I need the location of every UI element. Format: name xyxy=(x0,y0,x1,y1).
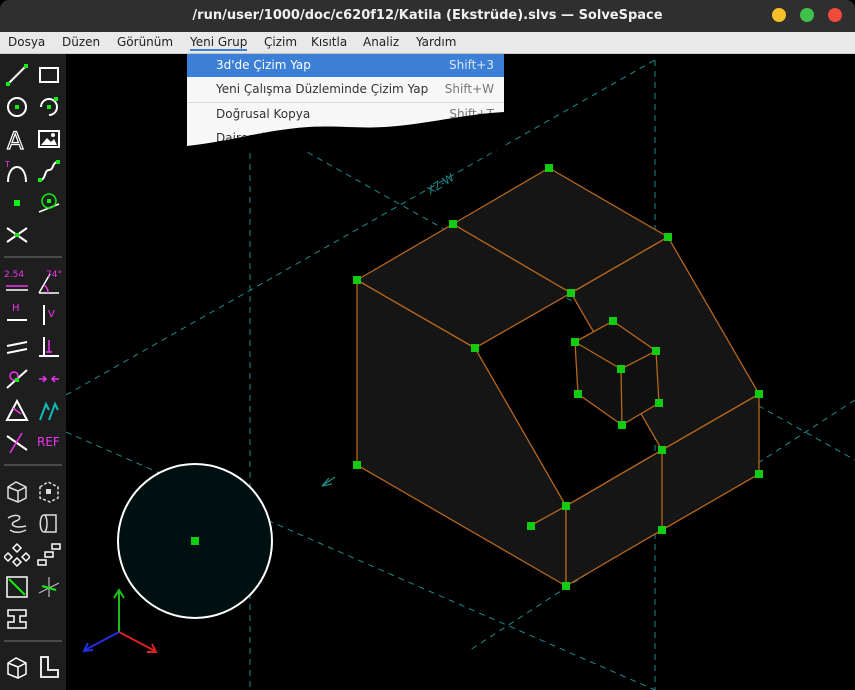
nearest-ortho-view-icon[interactable] xyxy=(36,654,62,680)
toolbar-separator xyxy=(4,640,62,642)
revolve-group-icon[interactable] xyxy=(36,478,62,504)
equal-constraint-icon[interactable] xyxy=(4,398,30,424)
vertical-constraint-label: V xyxy=(48,309,55,320)
svg-text:T: T xyxy=(4,160,10,169)
view-rotation-circle[interactable] xyxy=(117,463,273,619)
image-tool-icon[interactable] xyxy=(36,126,62,152)
menu-item-sketch-in-3d[interactable]: 3d'de Çizim Yap Shift+3 xyxy=(187,54,504,77)
extrude-group-icon[interactable] xyxy=(4,478,30,504)
toolbar-separator xyxy=(4,464,62,466)
angle-constraint-icon[interactable]: 74° xyxy=(36,270,62,296)
menu-cizim[interactable]: Çizim xyxy=(264,35,297,49)
menu-bar: Dosya Düzen Görünüm Yeni Grup Çizim Kısı… xyxy=(0,32,855,54)
horizontal-constraint-icon[interactable]: H xyxy=(4,302,30,328)
maximize-button[interactable] xyxy=(800,8,814,22)
workplane-tool-icon[interactable] xyxy=(36,190,62,216)
line-tool-icon[interactable] xyxy=(4,62,30,88)
distance-constraint-icon[interactable]: 2.54 xyxy=(4,270,30,296)
arc-tool-icon[interactable] xyxy=(36,94,62,120)
distance-constraint-label: 2.54 xyxy=(4,270,25,280)
vertical-constraint-icon[interactable]: V xyxy=(36,302,62,328)
extruded-solid[interactable] xyxy=(355,167,760,588)
left-toolbar: A T 2.54 74° H V REF xyxy=(0,54,66,690)
workplane-axis-label: XZ-W xyxy=(425,171,457,198)
circle-tool-icon[interactable] xyxy=(4,94,30,120)
axis-indicator-arrow xyxy=(321,476,336,487)
close-button[interactable] xyxy=(828,8,842,22)
tangent-arc-tool-icon[interactable]: T xyxy=(4,158,30,184)
perpendicular-constraint-icon[interactable] xyxy=(36,334,62,360)
window-titlebar: /run/user/1000/doc/c620f12/Katila (Ekstr… xyxy=(0,0,855,32)
cubic-spline-tool-icon[interactable] xyxy=(36,158,62,184)
minimize-button[interactable] xyxy=(772,8,786,22)
menu-yeni-grup[interactable]: Yeni Grup xyxy=(190,35,248,51)
parallel-constraint-icon[interactable] xyxy=(4,334,30,360)
menu-analiz[interactable]: Analiz xyxy=(363,35,399,49)
lathe-group-icon[interactable] xyxy=(36,510,62,536)
horizontal-constraint-label: H xyxy=(12,303,20,314)
rectangle-tool-icon[interactable] xyxy=(36,62,62,88)
angle-constraint-label: 74° xyxy=(46,270,62,280)
point-on-line-constraint-icon[interactable] xyxy=(4,366,30,392)
menu-kisitla[interactable]: Kısıtla xyxy=(311,35,347,49)
menu-yardim[interactable]: Yardım xyxy=(416,35,456,49)
svg-text:A: A xyxy=(7,127,24,152)
symmetric-constraint-icon[interactable] xyxy=(36,366,62,392)
same-orientation-constraint-icon[interactable] xyxy=(36,398,62,424)
menu-dosya[interactable]: Dosya xyxy=(8,35,45,49)
sketch-in-3d-icon[interactable] xyxy=(36,574,62,600)
text-tool-icon[interactable]: A xyxy=(4,126,30,152)
step-translate-icon[interactable] xyxy=(36,542,62,568)
other-supplementary-angle-icon[interactable] xyxy=(4,430,30,456)
yeni-grup-dropdown: 3d'de Çizim Yap Shift+3 Yeni Çalışma Düz… xyxy=(187,54,504,150)
nearest-isometric-view-icon[interactable] xyxy=(4,654,30,680)
reference-toggle-label[interactable]: REF xyxy=(37,435,60,449)
toolbar-separator xyxy=(4,256,62,258)
split-curves-tool-icon[interactable] xyxy=(4,222,30,248)
datum-point-tool-icon[interactable] xyxy=(4,190,30,216)
step-rotate-icon[interactable] xyxy=(4,542,30,568)
menu-item-sketch-in-new-workplane[interactable]: Yeni Çalışma Düzleminde Çizim Yap Shift+… xyxy=(187,78,504,101)
menu-tear-edge xyxy=(187,112,504,150)
menu-gorunum[interactable]: Görünüm xyxy=(117,35,173,49)
sketch-in-workplane-icon[interactable] xyxy=(4,574,30,600)
link-file-icon[interactable] xyxy=(4,606,30,632)
menu-duzen[interactable]: Düzen xyxy=(62,35,100,49)
window-title: /run/user/1000/doc/c620f12/Katila (Ekstr… xyxy=(192,8,663,23)
helix-group-icon[interactable] xyxy=(4,510,30,536)
